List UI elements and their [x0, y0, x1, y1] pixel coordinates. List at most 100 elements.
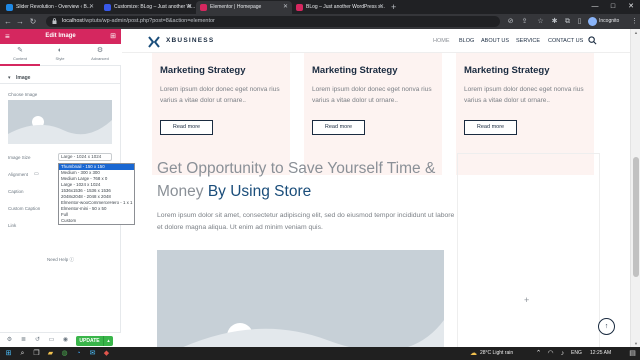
app-icon[interactable]: ◆: [102, 349, 111, 358]
edge-icon[interactable]: ◔: [74, 349, 83, 358]
image-size-dropdown: Thumbnail - 150 x 150 Medium - 300 x 300…: [58, 163, 135, 225]
lock-icon: [52, 18, 57, 24]
card-body: Lorem ipsum dolor donec eget nonva rius …: [312, 86, 432, 104]
maximize-button[interactable]: □: [604, 0, 622, 14]
heading-highlight: By Using Store: [207, 183, 312, 200]
tab-label: BLog – Just another WordPress s...: [306, 4, 385, 10]
notification-icon[interactable]: ▤: [628, 349, 637, 358]
tab-advanced[interactable]: ⚙ Advanced: [80, 44, 120, 66]
tab-close-icon[interactable]: ✕: [89, 1, 94, 14]
incognito-label: Incognito: [599, 18, 620, 24]
section-heading: Get Opportunity to Save Yourself Time & …: [157, 157, 457, 203]
read-more-button[interactable]: Read more: [160, 120, 213, 135]
page-scrollbar[interactable]: ▲ ▼: [630, 29, 640, 347]
back-arrow-icon[interactable]: ←: [3, 14, 13, 29]
tab-style[interactable]: ◐ Style: [40, 44, 80, 66]
tab-label: Elementor | Homepage: [210, 4, 262, 10]
new-tab-button[interactable]: +: [391, 1, 396, 13]
empty-column[interactable]: [457, 153, 600, 347]
menu-dots-icon[interactable]: ⋮: [630, 17, 639, 26]
back-to-top-button[interactable]: ↑: [598, 318, 615, 335]
windows-start-icon[interactable]: ⊞: [4, 349, 13, 358]
scroll-down-icon[interactable]: ▼: [631, 341, 640, 346]
scroll-thumb[interactable]: [633, 157, 639, 277]
read-more-button[interactable]: Read more: [312, 120, 365, 135]
preview-eye-icon[interactable]: ◉: [61, 336, 70, 345]
network-icon[interactable]: ◠: [546, 349, 555, 358]
browser-tab[interactable]: Slider Revolution - Overview ‹ B... ✕: [2, 1, 98, 14]
minimize-button[interactable]: —: [586, 0, 604, 14]
tab-close-icon[interactable]: ✕: [187, 1, 192, 14]
forward-arrow-icon[interactable]: →: [15, 14, 25, 29]
file-explorer-icon[interactable]: ▰: [46, 349, 55, 358]
tray-arrow-icon[interactable]: ⌃: [534, 349, 543, 358]
responsive-icon[interactable]: ▭: [47, 336, 56, 345]
tab-content[interactable]: ✎ Content: [0, 44, 40, 66]
read-more-button[interactable]: Read more: [464, 120, 517, 135]
scroll-up-icon[interactable]: ▲: [631, 30, 640, 35]
history-icon[interactable]: ↺: [33, 336, 42, 345]
dropdown-option[interactable]: Custom: [59, 218, 134, 224]
sidebar-icon[interactable]: ▯: [575, 17, 584, 26]
alignment-label: Alignment: [8, 172, 29, 177]
browser-tab[interactable]: Customize: BLog – Just another W... ✕: [100, 1, 196, 14]
image-widget-placeholder[interactable]: [157, 250, 444, 347]
clock[interactable]: 12:25 AM: [590, 347, 611, 360]
nav-contact-us[interactable]: CONTACT US: [548, 29, 583, 53]
nav-blog[interactable]: BLOG: [459, 29, 474, 53]
tab-label: Customize: BLog – Just another W...: [114, 4, 196, 10]
update-options-icon[interactable]: ▴: [103, 336, 113, 346]
section-image-header[interactable]: ▾ Image: [0, 72, 121, 84]
address-bar[interactable]: localhost/wptuts/wp-admin/post.php?post=…: [46, 16, 500, 27]
nav-service[interactable]: SERVICE: [516, 29, 540, 53]
tab-close-icon[interactable]: ✕: [283, 1, 288, 14]
tab-close-icon[interactable]: ✕: [379, 1, 384, 14]
settings-icon[interactable]: ⚙: [5, 336, 14, 345]
tab-favicon-icon: [6, 4, 13, 11]
browser-tab-active[interactable]: Elementor | Homepage ✕: [196, 1, 292, 14]
nav-home[interactable]: HOME: [433, 29, 450, 53]
windows-taskbar: ⊞ ⌕ ❐ ▰ ◍ ◔ ✉ ◆ ☁ 28°C Light rain ⌃ ◠ ♪ …: [0, 347, 640, 360]
volume-icon[interactable]: ♪: [558, 349, 567, 358]
weather-text[interactable]: 28°C Light rain: [480, 347, 513, 360]
half-circle-icon: ◐: [57, 47, 63, 54]
nav-about-us[interactable]: ABOUT US: [481, 29, 509, 53]
share-icon[interactable]: ⇪: [520, 17, 529, 26]
search-icon[interactable]: [588, 36, 597, 45]
need-help-link[interactable]: Need Help ⓘ: [0, 257, 121, 263]
reload-icon[interactable]: ↻: [28, 14, 38, 29]
widgets-grid-icon[interactable]: ⊞: [110, 29, 116, 44]
card-body: Lorem ipsum dolor donec eget nonva rius …: [464, 86, 584, 104]
search-icon[interactable]: ⌕: [18, 349, 27, 358]
section-title: Image: [16, 75, 31, 81]
site-preview: XBUSINESS HOME BLOG ABOUT US SERVICE CON…: [122, 29, 630, 347]
panel-tabs: ✎ Content ◐ Style ⚙ Advanced: [0, 44, 121, 66]
panel-title: Edit Image: [45, 33, 76, 39]
mail-icon[interactable]: ✉: [88, 349, 97, 358]
url-path: /wptuts/wp-admin/post.php?post=8&action=…: [83, 18, 215, 24]
logo-icon: [148, 36, 160, 48]
layers-icon[interactable]: ≣: [19, 336, 28, 345]
add-element-icon[interactable]: +: [524, 295, 529, 305]
language-indicator[interactable]: ENG: [571, 347, 582, 360]
panel-header: ≡ Edit Image ⊞: [0, 29, 121, 44]
browser-tab[interactable]: BLog – Just another WordPress s... ✕: [292, 1, 388, 14]
extension-icon[interactable]: ✱: [550, 17, 559, 26]
responsive-desktop-icon[interactable]: ▭: [34, 171, 39, 177]
image-placeholder[interactable]: [8, 100, 112, 144]
tab-favicon-icon: [296, 4, 303, 11]
weather-icon: ☁: [470, 350, 477, 357]
help-icon: ⓘ: [69, 257, 75, 262]
tab-favicon-icon: [104, 4, 111, 11]
incognito-avatar[interactable]: [588, 17, 597, 26]
star-icon[interactable]: ☆: [536, 17, 545, 26]
update-button[interactable]: UPDATE: [76, 336, 103, 346]
task-view-icon[interactable]: ❐: [32, 349, 41, 358]
puzzle-icon[interactable]: ⧉: [563, 17, 572, 26]
card-title: Marketing Strategy: [160, 65, 246, 76]
chrome-icon[interactable]: ◍: [60, 349, 69, 358]
close-window-button[interactable]: ✕: [622, 0, 640, 14]
choose-image-label: Choose Image: [8, 92, 38, 97]
image-size-select[interactable]: Large - 1024 x 1024: [58, 153, 112, 161]
eye-off-icon[interactable]: ⊘: [506, 17, 515, 26]
